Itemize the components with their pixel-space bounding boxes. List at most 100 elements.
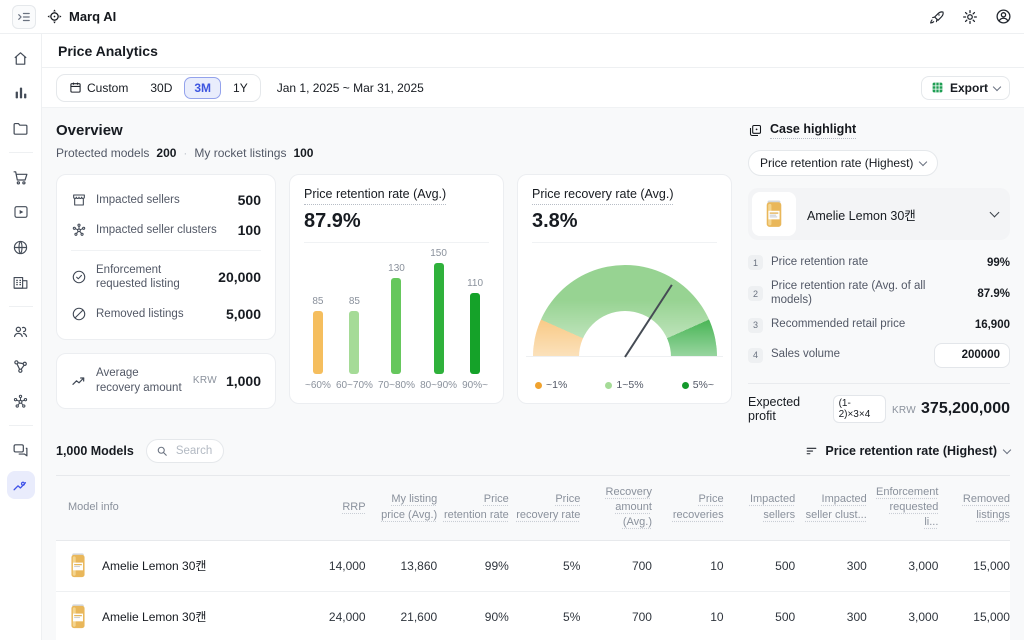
bar-value: 85 — [349, 296, 360, 307]
bar-label: 60~70% — [336, 380, 373, 391]
sidebar-item-price-analytics[interactable] — [7, 471, 35, 499]
retention-bar — [391, 278, 401, 374]
case-metric-select[interactable]: Price retention rate (Highest) — [748, 150, 938, 176]
divider — [71, 250, 261, 251]
retention-bar — [434, 263, 444, 374]
search-input[interactable] — [174, 444, 214, 458]
table-toolbar: 1,000 Models Price retention rate (Highe… — [56, 439, 1010, 463]
bar-item: 85 ~60% — [305, 296, 331, 391]
check-circle-icon — [71, 269, 87, 285]
cell-retention-rate: 99% — [437, 559, 509, 573]
bar-item: 130 70~80% — [378, 263, 415, 391]
sidebar-item-sellers[interactable] — [7, 317, 35, 345]
sidebar-item-dashboard[interactable] — [7, 79, 35, 107]
cards-icon — [748, 123, 763, 138]
legend-item: ~1% — [535, 379, 567, 391]
sidebar-item-company[interactable] — [7, 268, 35, 296]
case-row-label: Price retention rate — [771, 256, 979, 270]
sidebar-item-network[interactable] — [7, 352, 35, 380]
table-row[interactable]: Amelie Lemon 30캔 14,000 13,860 99% 5% 70… — [56, 541, 1010, 592]
sidebar-item-clusters[interactable] — [7, 387, 35, 415]
sidebar-toggle-button[interactable] — [12, 5, 36, 29]
row-number-badge: 2 — [748, 286, 763, 301]
brand: Marq AI — [46, 8, 116, 25]
model-name: Amelie Lemon 30캔 — [102, 557, 206, 574]
cell-price-recoveries: 10 — [652, 610, 724, 624]
range-30d[interactable]: 30D — [140, 77, 182, 99]
case-row: 3 Recommended retail price 16,900 — [748, 313, 1010, 338]
cluster-icon — [71, 222, 87, 238]
bar-label: ~60% — [305, 380, 331, 391]
stat-value: 20,000 — [218, 269, 261, 285]
stat-row-impacted-clusters: Impacted seller clusters 100 — [71, 215, 261, 245]
stat-row-impacted-sellers: Impacted sellers 500 — [71, 185, 261, 215]
model-cell: Amelie Lemon 30캔 — [56, 552, 294, 579]
expected-profit-label: Expected profit — [748, 395, 827, 423]
table-sort-control[interactable]: Price retention rate (Highest) — [805, 444, 1010, 458]
sales-volume-input[interactable] — [934, 343, 1010, 368]
sidebar-item-commerce[interactable] — [7, 163, 35, 191]
cell-removed: 15,000 — [938, 559, 1010, 573]
bar-item: 110 90%~ — [462, 278, 488, 391]
stat-label: Impacted seller clusters — [96, 223, 229, 237]
stat-label: Enforcement requested listing — [96, 263, 209, 292]
marq-logo-icon — [46, 8, 63, 25]
case-row: 4 Sales volume — [748, 338, 1010, 373]
bar-item: 150 80~90% — [420, 248, 457, 391]
store-icon — [71, 192, 87, 208]
export-button[interactable]: Export — [921, 76, 1010, 100]
user-icon[interactable] — [995, 8, 1012, 25]
price-analytics-icon — [12, 477, 29, 494]
sidebar — [0, 34, 42, 640]
range-3m[interactable]: 3M — [184, 77, 221, 99]
column-header: Removed listings — [938, 492, 1010, 523]
column-header: RRP — [294, 500, 366, 515]
recovery-gauge-chart — [532, 243, 717, 379]
range-custom[interactable]: Custom — [59, 77, 138, 99]
product-thumbnail — [752, 192, 796, 236]
row-number-badge: 3 — [748, 318, 763, 333]
page-header: Price Analytics — [42, 34, 1024, 68]
expected-profit-row: Expected profit (1-2)×3×4 KRW 375,200,00… — [748, 395, 1010, 423]
chevron-down-icon — [1003, 445, 1011, 453]
sidebar-divider — [9, 306, 33, 307]
stat-label: Impacted sellers — [96, 193, 229, 207]
app-name: Marq AI — [69, 9, 116, 24]
bar-value: 85 — [312, 296, 323, 307]
cell-impacted-sellers: 500 — [724, 610, 796, 624]
cell-removed: 15,000 — [938, 610, 1010, 624]
sidebar-item-media[interactable] — [7, 198, 35, 226]
product-name: Amelie Lemon 30캔 — [807, 205, 980, 224]
cell-recovery-rate: 5% — [509, 610, 581, 624]
range-30d-label: 30D — [150, 81, 172, 95]
product-selector[interactable]: Amelie Lemon 30캔 — [748, 188, 1010, 240]
gear-icon[interactable] — [962, 9, 978, 25]
chevron-down-icon — [993, 82, 1001, 90]
page-title: Price Analytics — [58, 43, 158, 59]
meta-separator: · — [183, 146, 187, 160]
topbar: Marq AI — [0, 0, 1024, 34]
sidebar-item-projects[interactable] — [7, 114, 35, 142]
trend-up-icon — [71, 373, 87, 389]
retention-bar — [470, 293, 480, 374]
sidebar-item-web[interactable] — [7, 233, 35, 261]
search-box — [146, 439, 224, 463]
rocket-icon[interactable] — [929, 9, 945, 25]
bar-chart-icon — [13, 85, 29, 101]
legend-item: 5%~ — [682, 379, 714, 391]
cell-retention-rate: 90% — [437, 610, 509, 624]
building-icon — [12, 274, 29, 291]
sidebar-item-home[interactable] — [7, 44, 35, 72]
bar-value: 130 — [388, 263, 405, 274]
column-header: Impacted seller clust... — [795, 492, 867, 523]
table-row[interactable]: Amelie Lemon 30캔 24,000 21,600 90% 5% 70… — [56, 592, 1010, 640]
retention-bar-chart: 85 ~60% 85 60~70% 130 — [304, 243, 489, 391]
cart-icon — [12, 169, 29, 186]
filter-row: Custom 30D 3M 1Y Jan 1, 2025 ~ Mar 31, 2… — [42, 68, 1024, 108]
sidebar-item-chat[interactable] — [7, 436, 35, 464]
column-header: Enforcement requested li... — [867, 485, 939, 531]
model-cell: Amelie Lemon 30캔 — [56, 603, 294, 630]
expected-profit-value: 375,200,000 — [921, 400, 1010, 418]
range-1y[interactable]: 1Y — [223, 77, 258, 99]
models-count: 1,000 Models — [56, 444, 134, 458]
